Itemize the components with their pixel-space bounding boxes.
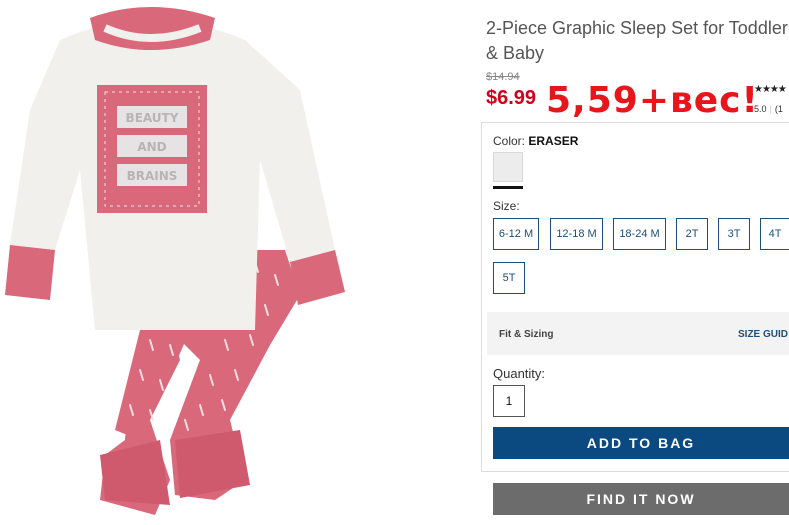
selected-swatch-indicator (493, 186, 523, 189)
rating-value: 5.0 (754, 104, 767, 114)
quantity-input[interactable]: 1 (493, 385, 525, 417)
graphic-text-1: BEAUTY (126, 111, 179, 125)
size-option-5t[interactable]: 5T (493, 262, 525, 294)
graphic-text-3: BRAINS (127, 169, 178, 183)
quantity-label: Quantity: (493, 366, 546, 381)
size-option-12-18m[interactable]: 12-18 M (550, 218, 603, 250)
size-option-3t[interactable]: 3T (718, 218, 750, 250)
color-label: Color: ERASER (493, 134, 578, 148)
rating-stars-icon[interactable]: ★★★★ (754, 84, 787, 95)
size-option-18-24m[interactable]: 18-24 M (613, 218, 666, 250)
sale-price: $6.99 (486, 87, 537, 109)
rating-summary[interactable]: 5.0 | (1 (754, 104, 783, 114)
product-options-panel (481, 122, 789, 472)
fit-sizing-label: Fit & Sizing (499, 329, 554, 340)
product-title: 2-Piece Graphic Sleep Set for Toddler & … (486, 18, 788, 63)
size-guide-link[interactable]: SIZE GUID (738, 329, 788, 340)
size-label: Size: (493, 199, 520, 213)
color-value: ERASER (528, 134, 579, 148)
graphic-text-2: AND (137, 140, 166, 154)
handwritten-note: 5,59+вес! (546, 80, 759, 121)
size-option-4t[interactable]: 4T (760, 218, 789, 250)
size-option-2t[interactable]: 2T (676, 218, 708, 250)
find-it-now-button[interactable]: FIND IT NOW (493, 483, 789, 515)
product-image: BEAUTY AND BRAINS (5, 7, 345, 515)
color-label-text: Color: (493, 134, 526, 148)
original-price: $14.94 (486, 71, 520, 83)
size-option-6-12m[interactable]: 6-12 M (493, 218, 539, 250)
add-to-bag-button[interactable]: ADD TO BAG (493, 427, 789, 459)
shirt-illustration: BEAUTY AND BRAINS (5, 7, 345, 330)
rating-count: (1 (774, 104, 783, 114)
color-swatch-eraser[interactable] (493, 152, 523, 182)
